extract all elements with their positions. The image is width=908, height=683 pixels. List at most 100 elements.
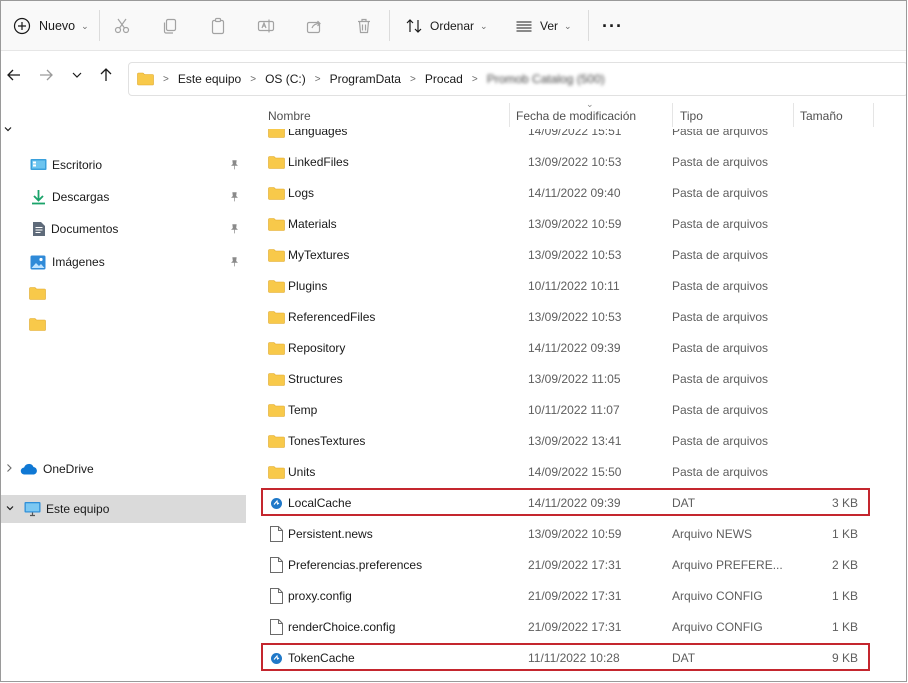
file-row[interactable]: Preferencias.preferences 21/09/2022 17:31… [248, 550, 906, 581]
file-name: Languages [288, 129, 348, 138]
paste-button[interactable] [209, 1, 227, 51]
back-arrow-icon[interactable] [5, 66, 23, 84]
folder-icon [268, 218, 285, 234]
breadcrumb-os-c[interactable]: OS (C:) [265, 72, 306, 86]
document-icon [33, 222, 45, 236]
file-row[interactable]: TokenCache 11/11/2022 10:28 DAT 9 KB [248, 643, 906, 674]
file-row[interactable]: LocalCache 14/11/2022 09:39 DAT 3 KB [248, 488, 906, 519]
file-row[interactable]: Repository 14/11/2022 09:39 Pasta de arqui… [248, 333, 906, 364]
view-button[interactable]: Ver ⌄ [515, 1, 572, 51]
expand-chevron-icon[interactable] [5, 462, 13, 476]
chevron-down-icon: ⌄ [564, 20, 572, 31]
pin-icon [231, 160, 238, 170]
sidebar-item-este-equipo[interactable]: Este equipo [1, 495, 246, 523]
new-button[interactable]: Nuevo ⌄ [13, 1, 89, 51]
column-divider[interactable] [793, 103, 794, 127]
folder-icon [268, 466, 285, 482]
folder-icon [268, 129, 285, 141]
view-list-icon [516, 21, 532, 32]
up-arrow-icon[interactable] [97, 66, 115, 84]
column-header-size[interactable]: Tamaño [800, 109, 843, 123]
sidebar-item-label: Escritorio [52, 158, 103, 172]
delete-button[interactable] [355, 1, 373, 51]
file-row[interactable]: proxy.config 21/09/2022 17:31 Arquivo CONF… [248, 581, 906, 612]
recent-locations-chevron-icon[interactable] [68, 66, 86, 84]
file-type: Pasta de arquivos [672, 155, 769, 169]
file-date-modified: 10/11/2022 10:11 [528, 279, 620, 293]
file-row[interactable]: Structures 13/09/2022 11:05 Pasta de arqui… [248, 364, 906, 395]
file-row[interactable]: Materials 13/09/2022 10:59 Pasta de arquiv… [248, 209, 906, 240]
new-button-label: Nuevo [39, 19, 76, 33]
chevron-down-icon: ⌄ [81, 20, 89, 31]
file-date-modified: 13/09/2022 10:53 [528, 310, 622, 324]
file-name: Temp [288, 403, 318, 417]
copy-button[interactable] [161, 1, 179, 51]
file-type: Arquivo PREFERE... [672, 558, 783, 572]
file-row[interactable]: LinkedFiles 13/09/2022 10:53 Pasta de arqu… [248, 147, 906, 178]
file-row[interactable]: Temp 10/11/2022 11:07 Pasta de arquivos [248, 395, 906, 426]
file-row[interactable]: Plugins 10/11/2022 10:11 Pasta de arquivos [248, 271, 906, 302]
file-icon [270, 557, 283, 576]
computer-icon [24, 502, 41, 517]
address-bar[interactable]: > Este equipo > OS (C:) > ProgramData > … [128, 62, 906, 96]
folder-icon [268, 311, 285, 327]
sidebar-item-onedrive[interactable]: OneDrive [1, 456, 246, 482]
column-divider[interactable] [509, 103, 510, 127]
file-row[interactable]: renderChoice.config 21/09/2022 17:31 Arqui… [248, 612, 906, 643]
file-row[interactable]: Units 14/09/2022 15:50 Pasta de arquivos [248, 457, 906, 488]
sidebar-item-label: Este equipo [46, 502, 110, 516]
column-header-name[interactable]: Nombre [268, 109, 311, 123]
sort-button[interactable]: Ordenar ⌄ [405, 1, 488, 51]
sidebar-item-descargas[interactable]: Descargas [1, 184, 246, 210]
file-row[interactable]: TonesTextures 13/09/2022 13:41 Pasta de ar… [248, 426, 906, 457]
sidebar-item-documentos[interactable]: Documentos [1, 216, 246, 242]
file-row[interactable]: Languages 14/09/2022 15:51 Pasta de arquiv… [248, 129, 906, 147]
file-size: 1 KB [831, 589, 858, 603]
breadcrumb-programdata[interactable]: ProgramData [330, 72, 401, 86]
sidebar-item-imagenes[interactable]: Imágenes [1, 249, 246, 275]
breadcrumb-procad[interactable]: Procad [425, 72, 463, 86]
breadcrumb-promob[interactable]: Promob Catalog (500) [487, 72, 605, 86]
file-row[interactable]: MyTextures 13/09/2022 10:53 Pasta de arqui… [248, 240, 906, 271]
pin-icon [231, 192, 238, 202]
file-row[interactable]: Persistent.news 13/09/2022 10:59 Arquivo N… [248, 519, 906, 550]
sidebar-item-escritorio[interactable]: Escritorio [1, 152, 246, 178]
file-name: LinkedFiles [288, 155, 349, 169]
file-type: Pasta de arquivos [672, 217, 769, 231]
navigation-bar: > Este equipo > OS (C:) > ProgramData > … [1, 52, 906, 99]
file-date-modified: 10/11/2022 11:07 [528, 403, 620, 417]
forward-arrow-icon[interactable] [37, 66, 55, 84]
file-date-modified: 21/09/2022 17:31 [528, 558, 622, 572]
file-type: Pasta de arquivos [672, 341, 769, 355]
quick-access-collapse-chevron-icon[interactable] [3, 123, 13, 137]
file-explorer-window: Nuevo ⌄ Ordenar ⌄ Ver ⌄ ··· > Este equip… [0, 0, 907, 682]
desktop-icon [30, 159, 47, 170]
divider [389, 10, 390, 41]
file-type: Pasta de arquivos [672, 248, 769, 262]
breadcrumb-este-equipo[interactable]: Este equipo [178, 72, 241, 86]
sidebar-item-folder[interactable] [1, 280, 246, 306]
file-type: Pasta de arquivos [672, 434, 769, 448]
sidebar-item-folder[interactable] [1, 311, 246, 337]
column-header-date[interactable]: Fecha de modificación [516, 109, 636, 123]
file-name: Units [288, 465, 316, 479]
collapse-chevron-icon[interactable] [5, 502, 15, 516]
column-divider[interactable] [873, 103, 874, 127]
file-row[interactable]: ReferencedFiles 13/09/2022 10:53 Pasta de … [248, 302, 906, 333]
cut-button[interactable] [113, 1, 131, 51]
folder-icon [268, 249, 285, 265]
column-divider[interactable] [672, 103, 673, 127]
highlight-box [261, 488, 870, 516]
folder-icon [268, 404, 285, 420]
plus-circle-icon [13, 17, 31, 35]
file-date-modified: 13/09/2022 11:05 [528, 372, 621, 386]
file-row[interactable]: Logs 14/11/2022 09:40 Pasta de arquivos [248, 178, 906, 209]
file-type: Pasta de arquivos [672, 310, 769, 324]
rename-button[interactable] [257, 1, 275, 51]
file-date-modified: 13/09/2022 10:53 [528, 155, 622, 169]
file-type: Arquivo CONFIG [672, 620, 763, 634]
share-button[interactable] [305, 1, 323, 51]
more-options-button[interactable]: ··· [602, 1, 623, 51]
file-icon [270, 526, 283, 545]
column-header-type[interactable]: Tipo [680, 109, 703, 123]
